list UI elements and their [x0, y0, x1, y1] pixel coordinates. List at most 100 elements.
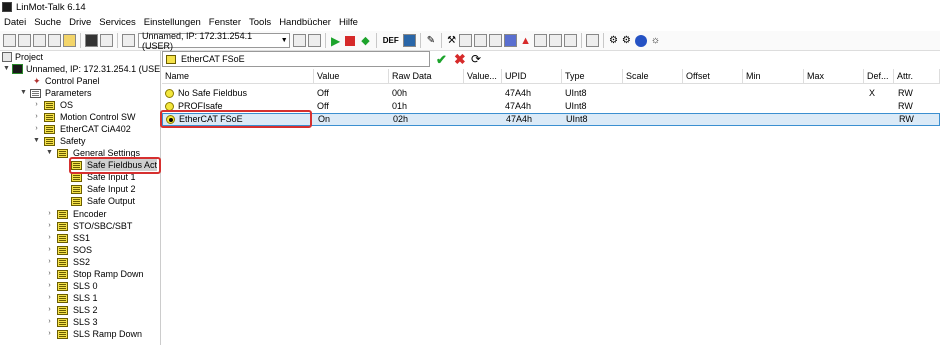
tree-item-safe-output[interactable]: Safe Output	[87, 195, 135, 207]
parameter-field[interactable]: EtherCAT FSoE	[162, 51, 430, 67]
chevron-right-icon[interactable]: ›	[46, 268, 53, 280]
save-as-icon[interactable]	[100, 34, 113, 47]
menu-einstellungen[interactable]: Einstellungen	[140, 17, 205, 28]
def-icon[interactable]: DEF	[383, 36, 399, 45]
chevron-right-icon[interactable]: ›	[46, 280, 53, 292]
tree-item-drive[interactable]: Unnamed, IP: 172.31.254.1 (USER	[26, 63, 160, 75]
tree-item-sls-3[interactable]: SLS 3	[73, 316, 98, 328]
table-row[interactable]: No Safe Fieldbus Off 00h 47A4h UInt8 X R…	[162, 87, 940, 100]
col-header-upid[interactable]: UPID	[502, 69, 562, 84]
tree-item-control-panel[interactable]: Control Panel	[45, 75, 100, 87]
apply-check-icon[interactable]: ✔	[436, 52, 447, 68]
chevron-right-icon[interactable]: ›	[46, 316, 53, 328]
tree-item-sto[interactable]: STO/SBC/SBT	[73, 220, 132, 232]
stop-icon[interactable]	[345, 35, 356, 46]
play-icon[interactable]: ▶	[331, 34, 340, 48]
tree-item-ethercat-cia402[interactable]: EtherCAT CiA402	[60, 123, 131, 135]
col-header-min[interactable]: Min	[743, 69, 804, 84]
wand-icon[interactable]: ✎	[427, 35, 435, 46]
monitor-icon[interactable]	[402, 34, 416, 47]
menu-suche[interactable]: Suche	[30, 17, 65, 28]
tree-item-project[interactable]: Project	[15, 51, 43, 63]
chevron-down-icon[interactable]: ▼	[3, 63, 10, 75]
network-icon[interactable]: ⚙	[609, 35, 618, 46]
cancel-x-icon[interactable]: ✖	[454, 51, 466, 68]
col-header-scale[interactable]: Scale	[623, 69, 683, 84]
chevron-right-icon[interactable]: ›	[33, 123, 40, 135]
tree-item-safety[interactable]: Safety	[60, 135, 86, 147]
menu-handbuecher[interactable]: Handbücher	[275, 17, 335, 28]
chevron-right-icon[interactable]: ›	[33, 111, 40, 123]
grid-icon[interactable]	[563, 34, 577, 47]
tree-item-motion-control[interactable]: Motion Control SW	[60, 111, 136, 123]
tree-item-ss2[interactable]: SS2	[73, 256, 90, 268]
wrench-icon[interactable]: ⚒	[447, 35, 456, 46]
tree-item-ss1[interactable]: SS1	[73, 232, 90, 244]
col-header-max[interactable]: Max	[804, 69, 864, 84]
copy-icon[interactable]	[533, 34, 547, 47]
tree-item-os[interactable]: OS	[60, 99, 73, 111]
connection-select[interactable]: Unnamed, IP: 172.31.254.1 (USER) ▼	[138, 31, 290, 51]
chevron-right-icon[interactable]: ›	[46, 220, 53, 232]
chevron-right-icon[interactable]: ›	[46, 232, 53, 244]
menu-fenster[interactable]: Fenster	[205, 17, 245, 28]
tree-item-sls-2[interactable]: SLS 2	[73, 304, 98, 316]
open-folder-icon[interactable]	[63, 34, 76, 47]
col-header-offset[interactable]: Offset	[683, 69, 743, 84]
transfer-icon[interactable]	[308, 34, 321, 47]
tree-item-sls-ramp-down[interactable]: SLS Ramp Down	[73, 328, 142, 340]
col-header-value-dots[interactable]: Value...	[464, 69, 502, 84]
tree-item-safe-input-2[interactable]: Safe Input 2	[87, 183, 136, 195]
chevron-right-icon[interactable]: ›	[46, 292, 53, 304]
print-icon[interactable]	[122, 34, 135, 47]
table-icon[interactable]	[489, 34, 503, 47]
expand-icon[interactable]	[33, 34, 46, 47]
diamond-icon[interactable]: ◆	[361, 34, 369, 47]
chevron-down-icon[interactable]: ▼	[20, 87, 27, 99]
collapse-icon[interactable]	[48, 34, 61, 47]
tree-item-sls-1[interactable]: SLS 1	[73, 292, 98, 304]
tree-item-parameters[interactable]: Parameters	[45, 87, 92, 99]
chevron-right-icon[interactable]: ›	[46, 256, 53, 268]
chevron-down-icon: ▼	[280, 37, 288, 44]
up-icon[interactable]	[18, 34, 31, 47]
tree-item-sls-0[interactable]: SLS 0	[73, 280, 98, 292]
row-value: On	[318, 114, 331, 124]
menu-services[interactable]: Services	[95, 17, 139, 28]
book-icon[interactable]	[504, 34, 518, 47]
col-header-raw[interactable]: Raw Data	[389, 69, 464, 84]
bulb-icon[interactable]: ☼	[651, 35, 660, 46]
chevron-right-icon[interactable]: ›	[33, 99, 40, 111]
compare-icon[interactable]	[548, 34, 562, 47]
scope-icon[interactable]	[474, 34, 488, 47]
tree-item-stop-ramp-down[interactable]: Stop Ramp Down	[73, 268, 144, 280]
menu-datei[interactable]: Datei	[0, 17, 30, 28]
refresh-icon[interactable]	[293, 34, 306, 47]
tree-item-sos[interactable]: SOS	[73, 244, 92, 256]
chevron-right-icon[interactable]: ›	[46, 328, 53, 340]
chevron-down-icon[interactable]: ▼	[33, 135, 40, 147]
info-icon[interactable]	[634, 34, 647, 47]
warning-icon[interactable]: ▲	[520, 35, 531, 47]
menu-hilfe[interactable]: Hilfe	[335, 17, 362, 28]
col-header-attr[interactable]: Attr.	[894, 69, 940, 84]
help-icon[interactable]	[585, 34, 599, 47]
chevron-down-icon[interactable]: ▼	[46, 147, 53, 159]
folder-icon	[57, 234, 68, 243]
tree-item-encoder[interactable]: Encoder	[73, 208, 107, 220]
col-header-value[interactable]: Value	[314, 69, 389, 84]
save-icon[interactable]	[85, 34, 98, 47]
menu-tools[interactable]: Tools	[245, 17, 275, 28]
chevron-right-icon[interactable]: ›	[46, 304, 53, 316]
chevron-right-icon[interactable]: ›	[46, 208, 53, 220]
reset-icon[interactable]: ⟳	[471, 52, 481, 66]
col-header-type[interactable]: Type	[562, 69, 623, 84]
network2-icon[interactable]: ⚙	[622, 35, 631, 46]
menu-drive[interactable]: Drive	[65, 17, 95, 28]
new-project-icon[interactable]	[3, 34, 16, 47]
chevron-right-icon[interactable]: ›	[46, 244, 53, 256]
folder-icon	[71, 185, 82, 194]
col-header-name[interactable]: Name	[162, 69, 314, 84]
chart-icon[interactable]	[459, 34, 473, 47]
col-header-def[interactable]: Def...	[864, 69, 894, 84]
